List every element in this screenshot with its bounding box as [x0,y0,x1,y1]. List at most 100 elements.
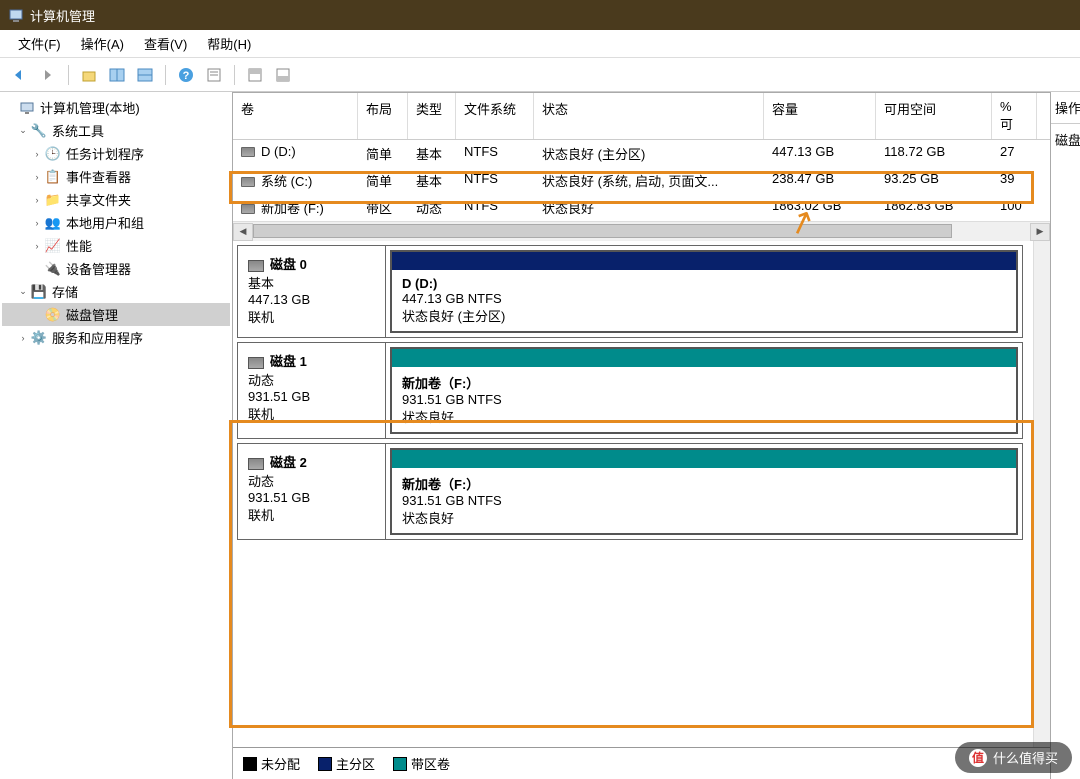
properties-icon[interactable] [202,63,226,87]
volume-row[interactable]: 系统 (C:)简单基本NTFS状态良好 (系统, 启动, 页面文...238.4… [233,167,1050,194]
navigation-tree[interactable]: 计算机管理(本地) ⌄ 🔧 系统工具 › 🕒 任务计划程序 › 📋 事件查看器 … [0,92,233,779]
device-icon: 🔌 [44,261,62,277]
help-icon[interactable]: ? [174,63,198,87]
scroll-thumb[interactable] [253,224,952,238]
storage-icon: 💾 [30,284,48,300]
tree-device-manager[interactable]: 🔌 设备管理器 [2,257,230,280]
window-title: 计算机管理 [30,6,95,25]
view-detail-icon[interactable] [133,63,157,87]
expand-icon[interactable]: › [30,218,44,228]
partition-header [392,349,1016,367]
partition[interactable]: 新加卷（F:） 931.51 GB NTFS 状态良好 [390,448,1018,535]
actions-pane: 操作 磁盘 [1050,92,1080,779]
partition[interactable]: 新加卷（F:） 931.51 GB NTFS 状态良好 [390,347,1018,434]
expand-icon[interactable]: › [30,195,44,205]
actions-item[interactable]: 磁盘 [1051,124,1080,155]
folder-share-icon: 📁 [44,192,62,208]
services-icon: ⚙️ [30,330,48,346]
event-icon: 📋 [44,169,62,185]
partition-header [392,252,1016,270]
actions-header: 操作 [1051,92,1080,124]
content-pane: 卷 布局 类型 文件系统 状态 容量 可用空间 % 可 D (D:)简单基本NT… [233,92,1050,779]
legend-swatch-primary [318,757,332,771]
tree-task-scheduler[interactable]: › 🕒 任务计划程序 [2,142,230,165]
legend-swatch-striped [393,757,407,771]
disk-row[interactable]: 磁盘 1 动态 931.51 GB 联机 新加卷（F:） 931.51 GB N… [237,342,1023,439]
expand-icon[interactable]: › [30,172,44,182]
disk-row[interactable]: 磁盘 2 动态 931.51 GB 联机 新加卷（F:） 931.51 GB N… [237,443,1023,540]
disk-icon: 📀 [44,307,62,323]
menu-bar: 文件(F) 操作(A) 查看(V) 帮助(H) [0,30,1080,58]
partition[interactable]: D (D:) 447.13 GB NTFS 状态良好 (主分区) [390,250,1018,333]
vertical-scrollbar[interactable] [1033,241,1050,747]
tree-system-tools[interactable]: ⌄ 🔧 系统工具 [2,119,230,142]
col-pct[interactable]: % 可 [992,93,1037,139]
legend-swatch-unallocated [243,757,257,771]
col-type[interactable]: 类型 [408,93,456,139]
watermark: 值 什么值得买 [955,742,1072,773]
tree-storage[interactable]: ⌄ 💾 存储 [2,280,230,303]
back-button[interactable] [8,63,32,87]
drive-icon [241,204,255,214]
disk-icon [248,458,264,470]
partition-header [392,450,1016,468]
view-list-icon[interactable] [105,63,129,87]
col-free[interactable]: 可用空间 [876,93,992,139]
up-button[interactable] [77,63,101,87]
expand-icon[interactable]: › [30,241,44,251]
expand-icon[interactable]: › [16,333,30,343]
scroll-left-icon[interactable]: ◀ [233,223,253,241]
disk-partition-area: 新加卷（F:） 931.51 GB NTFS 状态良好 [386,444,1022,539]
perf-icon: 📈 [44,238,62,254]
collapse-icon[interactable]: ⌄ [16,125,30,136]
disk-icon [248,260,264,272]
volume-header-row: 卷 布局 类型 文件系统 状态 容量 可用空间 % 可 [233,93,1050,140]
menu-help[interactable]: 帮助(H) [197,30,261,57]
watermark-logo-icon: 值 [969,749,987,767]
col-capacity[interactable]: 容量 [764,93,876,139]
col-status[interactable]: 状态 [534,93,764,139]
drive-icon [241,147,255,157]
title-bar: 计算机管理 [0,0,1080,30]
toolbar: ? [0,58,1080,92]
tree-shared-folders[interactable]: › 📁 共享文件夹 [2,188,230,211]
legend: 未分配 主分区 带区卷 [233,747,1050,779]
collapse-icon[interactable]: ⌄ [16,286,30,297]
clock-icon: 🕒 [44,146,62,162]
disk-row[interactable]: 磁盘 0 基本 447.13 GB 联机 D (D:) 447.13 GB NT… [237,245,1023,338]
view-bottom-icon[interactable] [271,63,295,87]
disk-graphical-view[interactable]: 磁盘 0 基本 447.13 GB 联机 D (D:) 447.13 GB NT… [233,241,1033,747]
disk-partition-area: D (D:) 447.13 GB NTFS 状态良好 (主分区) [386,246,1022,337]
svg-text:?: ? [183,70,190,82]
tree-event-viewer[interactable]: › 📋 事件查看器 [2,165,230,188]
col-layout[interactable]: 布局 [358,93,408,139]
menu-view[interactable]: 查看(V) [134,30,197,57]
forward-button[interactable] [36,63,60,87]
volume-row[interactable]: D (D:)简单基本NTFS状态良好 (主分区)447.13 GB118.72 … [233,140,1050,167]
expand-icon[interactable]: › [30,149,44,159]
users-icon: 👥 [44,215,62,231]
app-icon [8,7,24,23]
tools-icon: 🔧 [30,123,48,139]
col-volume[interactable]: 卷 [233,93,358,139]
disk-info: 磁盘 2 动态 931.51 GB 联机 [238,444,386,539]
disk-info: 磁盘 1 动态 931.51 GB 联机 [238,343,386,438]
disk-info: 磁盘 0 基本 447.13 GB 联机 [238,246,386,337]
computer-icon [18,100,36,116]
tree-local-users[interactable]: › 👥 本地用户和组 [2,211,230,234]
scroll-right-icon[interactable]: ▶ [1030,223,1050,241]
disk-partition-area: 新加卷（F:） 931.51 GB NTFS 状态良好 [386,343,1022,438]
volume-row[interactable]: 新加卷 (F:)带区动态NTFS状态良好1863.02 GB1862.83 GB… [233,194,1050,221]
volume-list[interactable]: 卷 布局 类型 文件系统 状态 容量 可用空间 % 可 D (D:)简单基本NT… [233,93,1050,221]
col-fs[interactable]: 文件系统 [456,93,534,139]
menu-file[interactable]: 文件(F) [8,30,71,57]
view-top-icon[interactable] [243,63,267,87]
drive-icon [241,177,255,187]
menu-action[interactable]: 操作(A) [71,30,134,57]
tree-services[interactable]: › ⚙️ 服务和应用程序 [2,326,230,349]
tree-disk-management[interactable]: 📀 磁盘管理 [2,303,230,326]
horizontal-scrollbar[interactable]: ◀ ▶ [233,221,1050,241]
tree-root[interactable]: 计算机管理(本地) [2,96,230,119]
tree-performance[interactable]: › 📈 性能 [2,234,230,257]
disk-icon [248,357,264,369]
